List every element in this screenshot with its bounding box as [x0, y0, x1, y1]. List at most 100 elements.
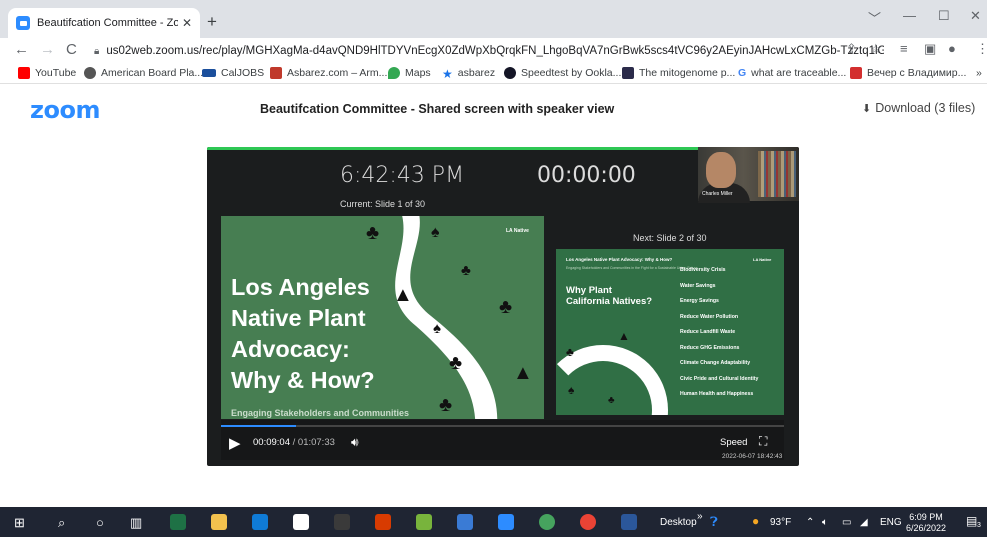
tree-icon: ♣	[461, 262, 471, 279]
share-icon[interactable]: ⇪	[846, 41, 857, 57]
slide-subtitle: Engaging Stakeholders and Communities	[231, 408, 410, 418]
speedtest-icon	[504, 67, 516, 79]
notification-icon[interactable]: ▤	[966, 514, 977, 528]
profile-icon[interactable]: ●	[948, 41, 956, 56]
star-bookmark-icon: ★	[442, 67, 453, 81]
search-icon[interactable]: ⌕	[58, 515, 65, 531]
list-item: Climate Change Adaptability	[680, 360, 751, 366]
time-separator: /	[289, 437, 298, 448]
url-text: us02web.zoom.us/rec/play/MGHXagMa-d4avQN…	[106, 45, 884, 57]
chrome-canary-icon[interactable]	[539, 514, 555, 530]
address-bar[interactable]: 🔒︎ us02web.zoom.us/rec/play/MGHXagMa-d4a…	[94, 40, 884, 62]
cortana-icon[interactable]: ○	[96, 515, 104, 530]
tree-icon: ▲	[618, 329, 630, 343]
notification-count: 3	[977, 522, 981, 529]
presenter-timer: 00:00:00	[537, 163, 636, 188]
current-slide: ♣ ♠ ♣ ▲ ♣ ♠ ♣ ▲ ♣ LA Native Los Angeles …	[221, 216, 544, 419]
desktop-label[interactable]: Desktop	[660, 517, 697, 528]
wifi-icon[interactable]: ◢	[860, 517, 868, 528]
zoom-favicon-icon	[16, 16, 30, 30]
calculator-icon[interactable]	[334, 514, 350, 530]
list-item: Biodiversity Crisis	[680, 267, 726, 273]
tab-search-icon[interactable]: ﹀	[868, 8, 881, 27]
download-button[interactable]: ⬇︎ Download (3 files)	[862, 101, 975, 115]
zoom-logo[interactable]: zoom	[30, 96, 100, 124]
progress-bar[interactable]	[221, 425, 784, 427]
reload-button[interactable]: C	[66, 41, 77, 58]
app-icon[interactable]	[293, 514, 309, 530]
webex-icon[interactable]	[416, 514, 432, 530]
office-icon[interactable]	[375, 514, 391, 530]
windows-start-icon[interactable]: ⊞	[14, 515, 25, 531]
chevron-icon[interactable]: »	[697, 511, 703, 522]
star-icon[interactable]: ☆	[870, 41, 882, 57]
bookmark-google-search[interactable]: Gwhat are traceable...	[738, 67, 846, 79]
browser-tabstrip: Beautifcation Committee - Zoom ✕ + ﹀ — ☐…	[0, 0, 987, 38]
close-window-button[interactable]: ✕	[970, 8, 981, 24]
edge-icon[interactable]	[252, 514, 268, 530]
zoom-icon[interactable]	[498, 514, 514, 530]
tree-icon: ▲	[513, 362, 533, 384]
taskbar-date: 6/26/2022	[906, 523, 947, 533]
download-label: Download (3 files)	[875, 101, 976, 115]
bookshelf	[758, 151, 796, 197]
browser-tab[interactable]: Beautifcation Committee - Zoom ✕	[8, 8, 200, 38]
weather-icon[interactable]: ●	[752, 514, 759, 528]
asbarez-icon	[270, 67, 282, 79]
maximize-button[interactable]: ☐	[938, 8, 950, 24]
file-explorer-icon[interactable]	[211, 514, 227, 530]
video-player[interactable]: 6:42:43 PM 00:00:00 Current: Slide 1 of …	[207, 147, 799, 466]
tree-icon: ♣	[499, 296, 513, 318]
tree-icon: ♣	[566, 345, 574, 359]
player-controls: ▶︎ 00:09:04 / 01:07:33 🔊︎ Speed ⛶	[221, 420, 784, 460]
tab-close-icon[interactable]: ✕	[182, 16, 192, 30]
battery-icon[interactable]: ▭	[842, 517, 851, 528]
excel-icon[interactable]	[170, 514, 186, 530]
playback-time: 00:09:04 / 01:07:33	[253, 437, 335, 448]
bookmark-speedtest[interactable]: Speedtest by Ookla...	[504, 67, 621, 79]
youtube-icon	[18, 67, 30, 79]
bookmark-asbarez[interactable]: ★ asbarez	[442, 67, 495, 81]
new-tab-button[interactable]: +	[207, 12, 217, 32]
tree-icon: ♣	[449, 352, 463, 374]
forward-button[interactable]: →	[40, 41, 55, 58]
bookmark-vecher[interactable]: Вечер с Владимир...	[850, 67, 966, 79]
bookmark-maps[interactable]: Maps	[388, 67, 431, 79]
browser-toolbar: ← → C 🔒︎ us02web.zoom.us/rec/play/MGHXag…	[0, 38, 987, 64]
task-view-icon[interactable]: ▥	[130, 515, 142, 531]
current-slide-label: Current: Slide 1 of 30	[340, 199, 426, 209]
next-slide-header-sub: Engaging Stakeholders and Communities in…	[566, 266, 698, 270]
current-time: 00:09:04	[253, 437, 290, 448]
menu-icon[interactable]: ⋮	[976, 41, 987, 57]
mitogenome-icon	[622, 67, 634, 79]
tray-up-icon[interactable]: ⌃	[806, 517, 814, 528]
sidebar-icon[interactable]: ▣	[924, 41, 936, 57]
american-board-icon	[84, 67, 96, 79]
vecher-icon	[850, 67, 862, 79]
bookmark-youtube[interactable]: YouTube	[18, 67, 76, 79]
volume-icon[interactable]: 🔊︎	[351, 435, 359, 450]
speed-button[interactable]: Speed	[720, 437, 747, 448]
google-icon: G	[738, 67, 747, 79]
lock-icon: 🔒︎	[94, 45, 100, 57]
tree-icon: ♠	[431, 224, 440, 241]
word-icon[interactable]	[621, 514, 637, 530]
reading-list-icon[interactable]: ≡	[900, 41, 908, 56]
taskbar-clock[interactable]: 6:09 PM 6/26/2022	[906, 512, 946, 534]
minimize-button[interactable]: —	[903, 8, 916, 23]
feather-icon[interactable]	[457, 514, 473, 530]
bookmark-mitogenome[interactable]: The mitogenome p...	[622, 67, 735, 79]
language-indicator[interactable]: ENG	[880, 517, 902, 528]
play-icon[interactable]: ▶︎	[229, 434, 241, 452]
temperature[interactable]: 93°F	[770, 517, 791, 528]
bookmark-caljobs[interactable]: CalJOBS	[202, 67, 264, 79]
chrome-icon[interactable]	[580, 514, 596, 530]
bookmark-asbarez-arm[interactable]: Asbarez.com – Arm...	[270, 67, 387, 79]
bookmark-american-board[interactable]: American Board Pla...	[84, 67, 203, 79]
back-button[interactable]: ←	[14, 41, 29, 58]
bookmarks-more[interactable]: »	[976, 67, 982, 79]
volume-tray-icon[interactable]: 🔈︎	[822, 517, 828, 528]
help-icon[interactable]: ❓︎	[710, 514, 718, 530]
slide-title: Los Angeles Native Plant Advocacy: Why &…	[231, 274, 375, 393]
fullscreen-icon[interactable]: ⛶	[759, 434, 767, 449]
